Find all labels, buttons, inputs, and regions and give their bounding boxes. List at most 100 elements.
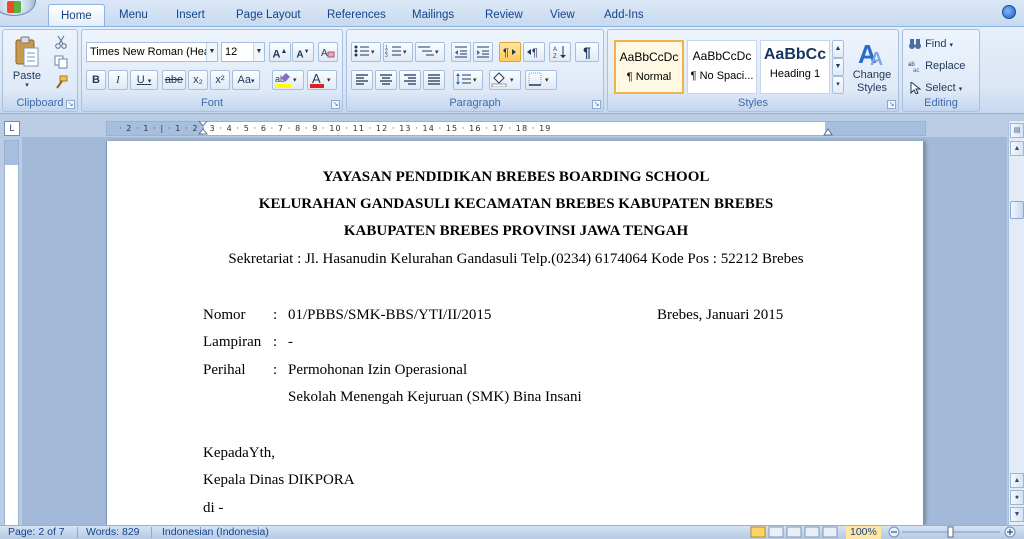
svg-text:¶: ¶ xyxy=(532,47,538,59)
style-name: ¶ Normal xyxy=(626,71,672,83)
increase-indent-button[interactable] xyxy=(473,42,493,62)
select-button[interactable]: Select ▾ xyxy=(905,78,977,98)
cut-button[interactable] xyxy=(51,33,71,51)
styles-launcher-icon[interactable]: ↘ xyxy=(887,100,896,109)
zoom-level[interactable]: 100% xyxy=(846,526,881,539)
copy-button[interactable] xyxy=(51,53,71,71)
tab-references[interactable]: References xyxy=(315,4,398,26)
sort-button[interactable]: AZ xyxy=(549,42,571,62)
style-normal[interactable]: AaBbCcDc ¶ Normal xyxy=(614,40,684,94)
svg-text:▾: ▾ xyxy=(510,77,514,84)
font-launcher-icon[interactable]: ↘ xyxy=(331,100,340,109)
bold-button[interactable]: B xyxy=(86,70,106,90)
grow-font-button[interactable]: A▲ xyxy=(269,42,291,62)
strikethrough-button[interactable]: abe xyxy=(162,70,186,90)
word-count[interactable]: Words: 829 xyxy=(86,526,140,539)
shrink-font-button[interactable]: A▼ xyxy=(292,42,314,62)
highlighter-icon: ab ▾ xyxy=(275,73,297,88)
change-styles-button[interactable]: AA Change Styles xyxy=(846,33,896,97)
vertical-scrollbar[interactable]: ▤ ▲ ▲ ● ▼ xyxy=(1008,121,1024,525)
subscript-button[interactable]: x₂ xyxy=(188,70,208,90)
next-page-icon[interactable]: ▼ xyxy=(1010,507,1024,522)
scroll-up-icon[interactable]: ▲ xyxy=(1010,141,1024,156)
multilevel-list-button[interactable]: ▾ xyxy=(415,42,445,62)
view-modes-icon[interactable] xyxy=(750,526,840,538)
replace-button[interactable]: ab ac Replace xyxy=(905,56,977,76)
greeting-line: KepadaYth, xyxy=(203,445,276,461)
tab-selector-button[interactable]: L xyxy=(4,121,20,136)
styles-group-label: Styles xyxy=(738,97,768,109)
styles-more-icon[interactable]: ▾ xyxy=(832,76,844,94)
zoom-slider-icon[interactable] xyxy=(888,526,1018,538)
clear-formatting-button[interactable]: A xyxy=(318,42,338,62)
office-button[interactable] xyxy=(0,0,36,16)
underline-button[interactable]: U ▾ xyxy=(130,70,158,90)
change-styles-label: Change Styles xyxy=(852,69,892,94)
svg-text:3: 3 xyxy=(385,53,388,59)
styles-scroll-down-icon[interactable]: ▼ xyxy=(832,58,844,76)
font-color-button[interactable]: A ▾ xyxy=(307,70,337,90)
justify-button[interactable] xyxy=(423,70,445,90)
styles-scroll-up-icon[interactable]: ▲ xyxy=(832,40,844,58)
horizontal-ruler[interactable]: · 2 · 1 · | · 1 · 2 · 3 · 4 · 5 · 6 · 7 … xyxy=(106,121,926,136)
help-icon[interactable] xyxy=(1002,5,1016,19)
tab-home[interactable]: Home xyxy=(48,4,105,26)
indent-marker-icon[interactable] xyxy=(198,121,208,135)
scrollbar-thumb[interactable] xyxy=(1010,201,1024,219)
vertical-ruler[interactable] xyxy=(4,140,19,530)
format-painter-button[interactable] xyxy=(51,73,71,91)
numbering-button[interactable]: 1 2 3 ▾ xyxy=(383,42,413,62)
paste-button[interactable]: Paste ▾ xyxy=(9,33,45,95)
superscript-button[interactable]: x² xyxy=(210,70,230,90)
paragraph-launcher-icon[interactable]: ↘ xyxy=(592,100,601,109)
chevron-down-icon[interactable]: ▾ xyxy=(148,78,152,85)
tab-review[interactable]: Review xyxy=(473,4,535,26)
chevron-down-icon[interactable]: ▼ xyxy=(253,43,264,61)
tab-insert[interactable]: Insert xyxy=(164,4,217,26)
style-no-spacing[interactable]: AaBbCcDc ¶ No Spaci... xyxy=(687,40,757,94)
align-right-button[interactable] xyxy=(399,70,421,90)
select-browse-object-icon[interactable]: ● xyxy=(1010,490,1024,505)
decrease-indent-button[interactable] xyxy=(451,42,471,62)
page-count[interactable]: Page: 2 of 7 xyxy=(8,526,65,539)
tab-view[interactable]: View xyxy=(538,4,587,26)
paste-dropdown-icon[interactable]: ▾ xyxy=(10,82,44,89)
find-button[interactable]: Find ▾ xyxy=(905,34,977,54)
bullets-button[interactable]: ▾ xyxy=(351,42,381,62)
font-name-combo[interactable]: Times New Roman (Hea ▼ xyxy=(86,42,218,62)
highlight-button[interactable]: ab ▾ xyxy=(272,70,304,90)
ruler-toggle-icon[interactable]: ▤ xyxy=(1010,123,1024,138)
right-indent-marker-icon[interactable] xyxy=(823,128,833,136)
show-formatting-button[interactable]: ¶ xyxy=(575,42,599,62)
chevron-down-icon[interactable]: ▾ xyxy=(959,86,963,93)
tab-add-ins[interactable]: Add-Ins xyxy=(592,4,656,26)
language-indicator[interactable]: Indonesian (Indonesia) xyxy=(162,526,269,539)
svg-text:▾: ▾ xyxy=(435,49,439,56)
zoom-slider[interactable] xyxy=(888,526,1018,538)
italic-button[interactable]: I xyxy=(108,70,128,90)
tab-menu[interactable]: Menu xyxy=(107,4,160,26)
shading-button[interactable]: ▾ xyxy=(489,70,521,90)
change-case-button[interactable]: Aa▾ xyxy=(232,70,260,90)
editing-group: Find ▾ ab ac Replace Select ▾ Editing xyxy=(902,29,980,112)
line-spacing-button[interactable]: ▾ xyxy=(453,70,483,90)
chevron-down-icon[interactable]: ▾ xyxy=(251,78,255,85)
clipboard-launcher-icon[interactable]: ↘ xyxy=(66,100,75,109)
rtl-button[interactable]: ¶ xyxy=(523,42,545,62)
chevron-down-icon[interactable]: ▼ xyxy=(206,43,217,61)
document-page[interactable]: YAYASAN PENDIDIKAN BREBES BOARDING SCHOO… xyxy=(106,141,924,525)
svg-text:▾: ▾ xyxy=(545,77,549,84)
font-size-combo[interactable]: 12 ▼ xyxy=(221,42,265,62)
multilevel-list-icon: ▾ xyxy=(418,46,439,56)
tab-page-layout[interactable]: Page Layout xyxy=(224,4,313,26)
numbered-list-icon: 123 ▾ xyxy=(385,45,407,59)
align-center-button[interactable] xyxy=(375,70,397,90)
align-left-button[interactable] xyxy=(351,70,373,90)
ltr-button[interactable]: ¶ xyxy=(499,42,521,62)
borders-button[interactable]: ▾ xyxy=(525,70,557,90)
previous-page-icon[interactable]: ▲ xyxy=(1010,473,1024,488)
tab-mailings[interactable]: Mailings xyxy=(400,4,466,26)
chevron-down-icon[interactable]: ▾ xyxy=(950,42,954,49)
binoculars-icon xyxy=(908,38,922,50)
style-heading-1[interactable]: AaBbCc Heading 1 xyxy=(760,40,830,94)
